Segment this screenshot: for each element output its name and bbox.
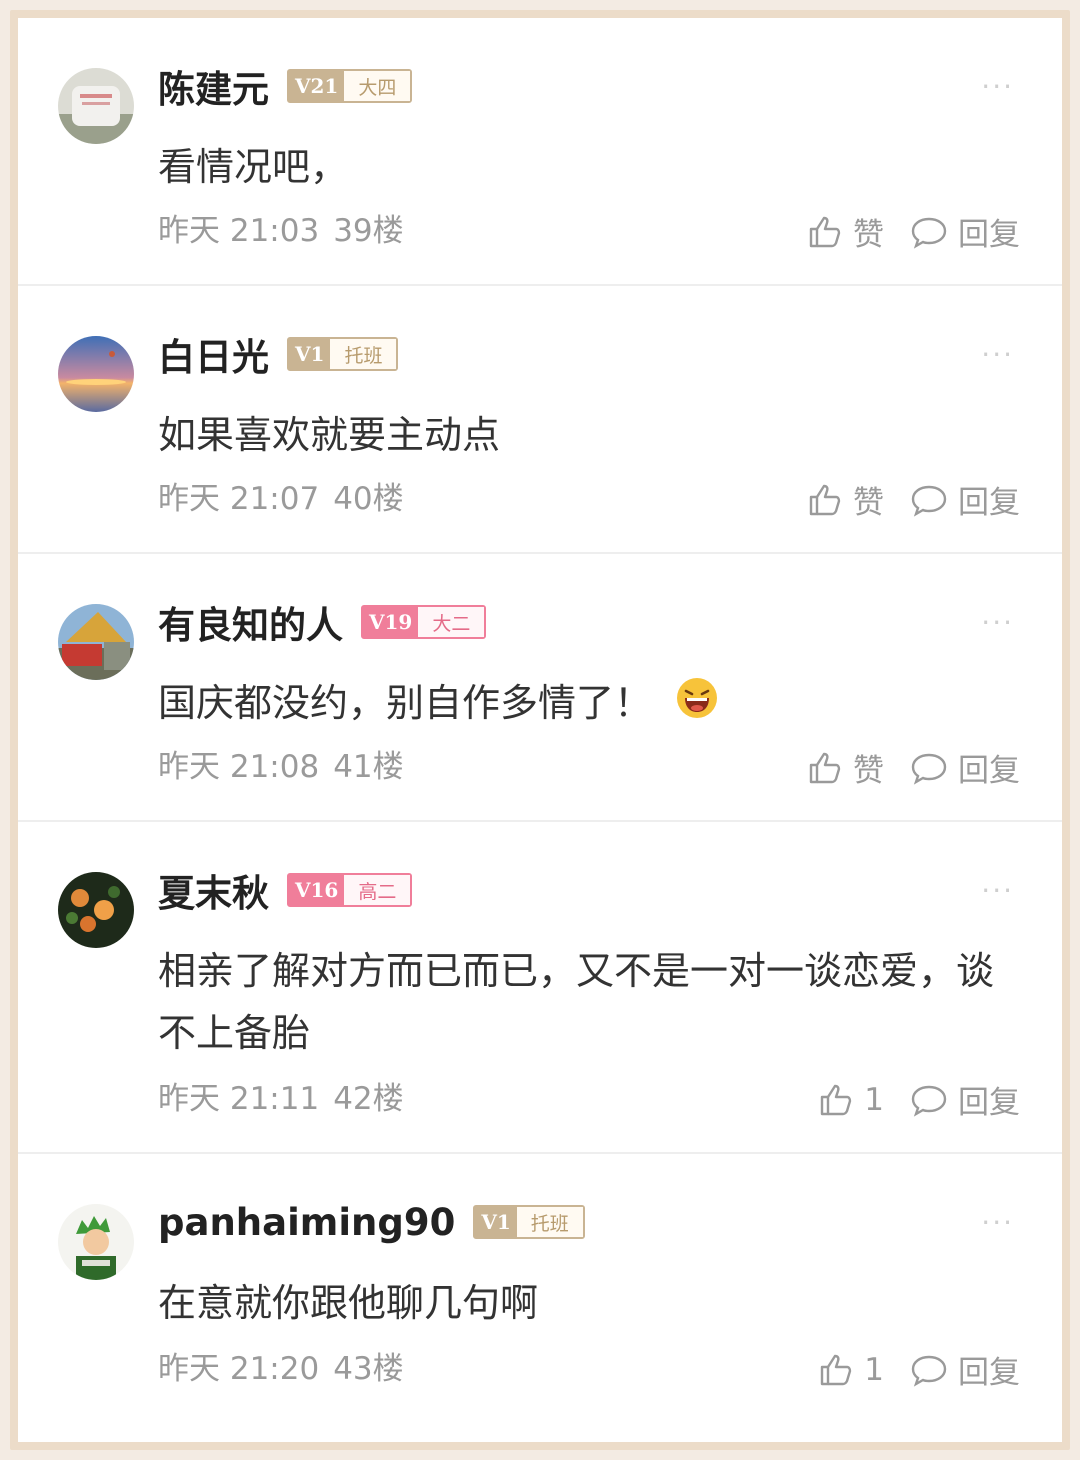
level-label: V16 bbox=[289, 875, 345, 905]
comment-text: 看情况吧， bbox=[158, 145, 349, 189]
more-dots-icon[interactable]: ··· bbox=[981, 338, 1014, 371]
reply-button[interactable]: 回复 bbox=[910, 1347, 1020, 1392]
level-badge: V1 托班 bbox=[287, 337, 399, 371]
floor-number: 40楼 bbox=[333, 481, 404, 517]
like-count: 1 bbox=[864, 1081, 884, 1118]
comment-actions: 赞 回复 bbox=[807, 209, 1020, 254]
thumbs-up-icon bbox=[821, 1354, 852, 1385]
username[interactable]: 夏末秋 bbox=[158, 863, 269, 917]
comment-text-body: 国庆都没约，别自作多情了！ bbox=[158, 681, 653, 725]
name-row: 陈建元 V21 大四 bbox=[158, 59, 413, 113]
grade-label: 托班 bbox=[516, 1207, 583, 1237]
grade-label: 大四 bbox=[344, 71, 411, 101]
speech-bubble-icon bbox=[911, 217, 947, 249]
reply-button[interactable]: 回复 bbox=[910, 209, 1020, 254]
comment-actions: 赞 回复 bbox=[807, 477, 1020, 522]
like-button[interactable]: 1 bbox=[818, 1082, 884, 1118]
username[interactable]: 陈建元 bbox=[158, 59, 269, 113]
timestamp: 昨天 21:07 bbox=[158, 481, 320, 517]
comment-item: 白日光 V1 托班 ··· 如果喜欢就要主动点 昨天 21:07 40楼 赞 回复 bbox=[18, 286, 1062, 554]
more-dots-icon[interactable]: ··· bbox=[981, 70, 1014, 103]
username[interactable]: panhaiming90 bbox=[158, 1201, 455, 1244]
like-label: 赞 bbox=[853, 217, 884, 253]
more-dots-icon[interactable]: ··· bbox=[981, 1206, 1014, 1239]
name-row: 白日光 V1 托班 bbox=[158, 327, 399, 381]
reply-label: 回复 bbox=[958, 485, 1020, 521]
comment-text: 国庆都没约，别自作多情了！ bbox=[158, 672, 1018, 737]
reply-button[interactable]: 回复 bbox=[910, 477, 1020, 522]
more-dots-icon[interactable]: ··· bbox=[981, 606, 1014, 639]
grade-label: 高二 bbox=[344, 875, 411, 905]
speech-bubble-icon bbox=[911, 1355, 947, 1387]
name-row: 有良知的人 V19 大二 bbox=[158, 595, 487, 649]
thumbs-up-icon bbox=[809, 216, 841, 247]
comment-actions: 1 回复 bbox=[818, 1077, 1020, 1122]
timestamp: 昨天 21:03 bbox=[158, 213, 320, 249]
comment-meta: 昨天 21:03 39楼 bbox=[158, 205, 404, 250]
reply-button[interactable]: 回复 bbox=[910, 1077, 1020, 1122]
comment-text: 在意就你跟他聊几句啊 bbox=[158, 1281, 539, 1325]
avatar[interactable] bbox=[58, 1204, 134, 1280]
laughing-emoji-icon bbox=[676, 675, 718, 737]
more-dots-icon[interactable]: ··· bbox=[981, 874, 1014, 907]
comment-meta: 昨天 21:11 42楼 bbox=[158, 1073, 404, 1118]
name-row: 夏末秋 V16 高二 bbox=[158, 863, 413, 917]
timestamp: 昨天 21:20 bbox=[158, 1351, 320, 1387]
speech-bubble-icon bbox=[911, 485, 947, 517]
comment-item: 有良知的人 V19 大二 ··· 国庆都没约，别自作多情了！ 昨天 21:08 4… bbox=[18, 554, 1062, 822]
avatar[interactable] bbox=[58, 604, 134, 680]
avatar[interactable] bbox=[58, 336, 134, 412]
floor-number: 41楼 bbox=[333, 749, 404, 785]
like-label: 赞 bbox=[853, 753, 884, 789]
thumbs-up-icon bbox=[809, 752, 841, 783]
timestamp: 昨天 21:08 bbox=[158, 749, 320, 785]
like-button[interactable]: 赞 bbox=[807, 209, 884, 254]
floor-number: 42楼 bbox=[333, 1081, 404, 1117]
like-button[interactable]: 1 bbox=[818, 1352, 884, 1388]
reply-label: 回复 bbox=[958, 217, 1020, 253]
level-label: V19 bbox=[363, 607, 419, 637]
floor-number: 39楼 bbox=[333, 213, 404, 249]
comment-meta: 昨天 21:07 40楼 bbox=[158, 473, 404, 518]
avatar[interactable] bbox=[58, 872, 134, 948]
level-badge: V1 托班 bbox=[473, 1205, 585, 1239]
comment-item: panhaiming90 V1 托班 ··· 在意就你跟他聊几句啊 昨天 21:… bbox=[18, 1154, 1062, 1422]
level-label: V1 bbox=[475, 1207, 517, 1237]
comment-text: 如果喜欢就要主动点 bbox=[158, 413, 501, 457]
like-button[interactable]: 赞 bbox=[807, 477, 884, 522]
comment-list: 陈建元 V21 大四 ··· 看情况吧， 昨天 21:03 39楼 赞 回复 白… bbox=[18, 18, 1062, 1442]
comment-actions: 赞 回复 bbox=[807, 745, 1020, 790]
comment-actions: 1 回复 bbox=[818, 1347, 1020, 1392]
grade-label: 托班 bbox=[330, 339, 397, 369]
comment-item: 陈建元 V21 大四 ··· 看情况吧， 昨天 21:03 39楼 赞 回复 bbox=[18, 18, 1062, 286]
like-label: 赞 bbox=[853, 485, 884, 521]
reply-label: 回复 bbox=[958, 1355, 1020, 1391]
timestamp: 昨天 21:11 bbox=[158, 1081, 320, 1117]
name-row: panhaiming90 V1 托班 bbox=[158, 1198, 585, 1246]
reply-label: 回复 bbox=[958, 753, 1020, 789]
like-count: 1 bbox=[864, 1351, 884, 1388]
comment-meta: 昨天 21:08 41楼 bbox=[158, 741, 404, 786]
speech-bubble-icon bbox=[911, 1085, 947, 1117]
like-button[interactable]: 赞 bbox=[807, 745, 884, 790]
username[interactable]: 白日光 bbox=[158, 327, 269, 381]
reply-label: 回复 bbox=[958, 1085, 1020, 1121]
grade-label: 大二 bbox=[418, 607, 485, 637]
avatar[interactable] bbox=[58, 68, 134, 144]
level-badge: V21 大四 bbox=[287, 69, 413, 103]
floor-number: 43楼 bbox=[333, 1351, 404, 1387]
thumbs-up-icon bbox=[809, 484, 841, 515]
thumbs-up-icon bbox=[821, 1084, 852, 1115]
speech-bubble-icon bbox=[911, 753, 947, 785]
comment-text: 相亲了解对方而已而已，又不是一对一谈恋爱，谈不上备胎 bbox=[158, 949, 995, 1055]
reply-button[interactable]: 回复 bbox=[910, 745, 1020, 790]
comment-item: 夏末秋 V16 高二 ··· 相亲了解对方而已而已，又不是一对一谈恋爱，谈不上备… bbox=[18, 822, 1062, 1154]
username[interactable]: 有良知的人 bbox=[158, 595, 343, 649]
level-badge: V16 高二 bbox=[287, 873, 413, 907]
level-label: V21 bbox=[289, 71, 345, 101]
level-label: V1 bbox=[289, 339, 331, 369]
comment-meta: 昨天 21:20 43楼 bbox=[158, 1343, 404, 1388]
level-badge: V19 大二 bbox=[361, 605, 487, 639]
